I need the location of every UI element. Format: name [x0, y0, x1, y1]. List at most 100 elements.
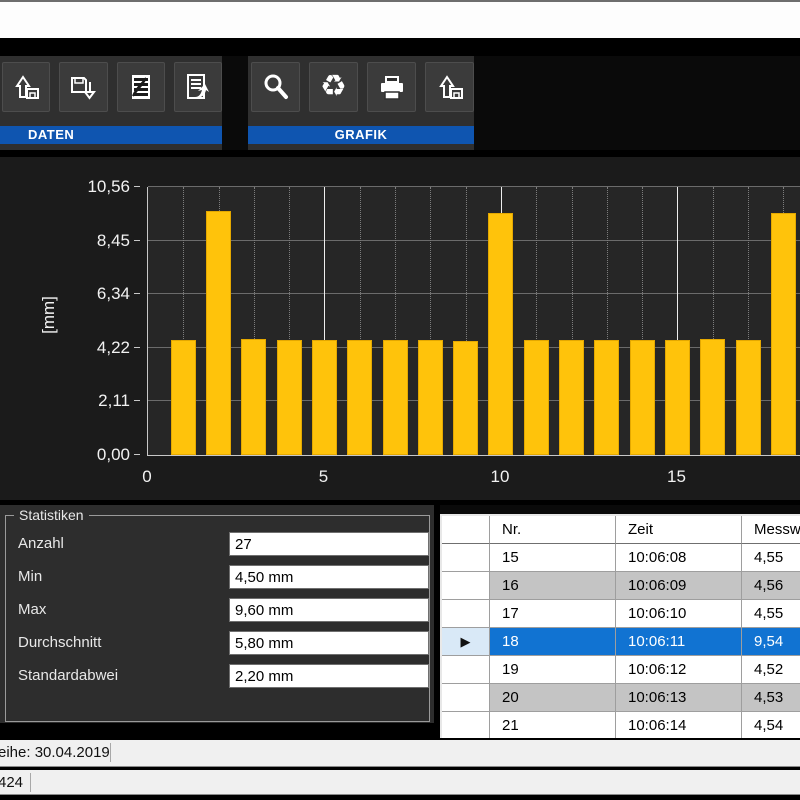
y-tick-mark: [134, 454, 140, 455]
chart-bar: [277, 340, 302, 455]
recycle-button[interactable]: ♻: [309, 62, 358, 112]
table-row[interactable]: 1910:06:124,52: [442, 656, 800, 684]
x-tick-label: 15: [667, 467, 686, 487]
table-row[interactable]: ▶1810:06:119,54: [442, 628, 800, 656]
statistics-title: Statistiken: [14, 507, 89, 523]
table-header-row: Nr.ZeitMesswe: [442, 516, 800, 544]
chart-bar: [171, 340, 196, 455]
load-file-button[interactable]: [2, 62, 50, 112]
durchschnitt-label: Durchschnitt: [18, 631, 101, 655]
chart-bar: [312, 340, 337, 455]
row-header-cell[interactable]: ▶: [442, 628, 490, 656]
chart-bar: [700, 339, 725, 455]
cell-zeit[interactable]: 10:06:08: [616, 544, 742, 572]
cell-nr[interactable]: 19: [490, 656, 616, 684]
daten-buttons: [0, 62, 222, 114]
anzahl-label: Anzahl: [18, 532, 64, 556]
zoom-icon: [259, 70, 293, 104]
statistics-groupbox: Statistiken Anzahl Min Max Durchschnitt …: [5, 515, 430, 722]
toolbar: DATEN ♻: [0, 56, 800, 150]
column-header-zeit[interactable]: Zeit: [616, 516, 742, 544]
row-header-cell[interactable]: [442, 712, 490, 738]
column-header-nr[interactable]: Nr.: [490, 516, 616, 544]
table-row[interactable]: 1610:06:094,56: [442, 572, 800, 600]
cell-messwert[interactable]: 4,54: [742, 712, 800, 738]
zoom-button[interactable]: [251, 62, 300, 112]
row-header-cell[interactable]: [442, 656, 490, 684]
row-header-cell[interactable]: [442, 600, 490, 628]
cell-messwert[interactable]: 4,52: [742, 656, 800, 684]
y-axis-labels: 0,002,114,226,348,4510,56: [0, 187, 140, 455]
selected-row-arrow-icon: ▶: [442, 628, 489, 655]
min-field[interactable]: [229, 565, 429, 589]
cell-nr[interactable]: 21: [490, 712, 616, 738]
print-button[interactable]: [367, 62, 416, 112]
x-tick-label: 5: [319, 467, 328, 487]
chart-bar: [736, 340, 761, 455]
cell-zeit[interactable]: 10:06:12: [616, 656, 742, 684]
save-graphic-button[interactable]: [425, 62, 474, 112]
export-report-icon: [124, 70, 158, 104]
chart-bar: [559, 340, 584, 455]
chart-bar: [453, 341, 478, 455]
y-tick-mark: [134, 347, 140, 348]
x-tick-label: 0: [142, 467, 151, 487]
table-row[interactable]: 2110:06:144,54: [442, 712, 800, 738]
row-header-cell[interactable]: [442, 684, 490, 712]
chart-bar: [241, 339, 266, 455]
y-tick-mark: [134, 400, 140, 401]
chart-panel: [mm] 0,002,114,226,348,4510,56 051015: [0, 157, 800, 500]
cell-zeit[interactable]: 10:06:10: [616, 600, 742, 628]
row-header-cell[interactable]: [442, 544, 490, 572]
cell-messwert[interactable]: 4,55: [742, 600, 800, 628]
data-table: Nr.ZeitMesswe1510:06:084,551610:06:094,5…: [440, 514, 800, 738]
chart-bar: [594, 340, 619, 455]
chart-bar: [630, 340, 655, 455]
save-file-button[interactable]: [59, 62, 107, 112]
cell-messwert[interactable]: 4,53: [742, 684, 800, 712]
cell-messwert[interactable]: 4,55: [742, 544, 800, 572]
cell-zeit[interactable]: 10:06:09: [616, 572, 742, 600]
cell-messwert[interactable]: 4,56: [742, 572, 800, 600]
series-date-text: eihe: 30.04.2019: [0, 740, 110, 765]
max-field[interactable]: [229, 598, 429, 622]
cell-messwert[interactable]: 9,54: [742, 628, 800, 656]
cell-nr[interactable]: 17: [490, 600, 616, 628]
chart-bar: [347, 340, 372, 455]
count-text: 424: [0, 770, 23, 795]
table-row[interactable]: 1710:06:104,55: [442, 600, 800, 628]
column-header-wert[interactable]: Messwe: [742, 516, 800, 544]
grafik-buttons: ♻: [248, 62, 474, 114]
load-file-icon: [9, 70, 43, 104]
standardabweichung-field[interactable]: [229, 664, 429, 688]
table-corner-cell: [442, 516, 490, 544]
y-tick-label: 2,11: [30, 391, 130, 411]
chart-bar: [418, 340, 443, 455]
export-report-button[interactable]: [117, 62, 165, 112]
recycle-icon: ♻: [320, 72, 347, 102]
print-icon: [375, 70, 409, 104]
cell-zeit[interactable]: 10:06:13: [616, 684, 742, 712]
toolbar-label-grafik: GRAFIK: [248, 126, 474, 144]
cell-nr[interactable]: 20: [490, 684, 616, 712]
toolbar-label-daten: DATEN: [0, 126, 222, 144]
chart-bar: [665, 340, 690, 455]
x-tick-label: 10: [491, 467, 510, 487]
h-gridline: [148, 240, 800, 241]
status-bar-series: eihe: 30.04.2019: [0, 740, 800, 767]
cell-nr[interactable]: 18: [490, 628, 616, 656]
table-row[interactable]: 1510:06:084,55: [442, 544, 800, 572]
max-label: Max: [18, 598, 46, 622]
y-tick-label: 6,34: [30, 284, 130, 304]
cell-zeit[interactable]: 10:06:14: [616, 712, 742, 738]
durchschnitt-field[interactable]: [229, 631, 429, 655]
export-document-button[interactable]: [174, 62, 222, 112]
cell-nr[interactable]: 16: [490, 572, 616, 600]
anzahl-field[interactable]: [229, 532, 429, 556]
cell-nr[interactable]: 15: [490, 544, 616, 572]
save-graphic-icon: [433, 70, 467, 104]
y-tick-label: 8,45: [30, 231, 130, 251]
row-header-cell[interactable]: [442, 572, 490, 600]
cell-zeit[interactable]: 10:06:11: [616, 628, 742, 656]
table-row[interactable]: 2010:06:134,53: [442, 684, 800, 712]
